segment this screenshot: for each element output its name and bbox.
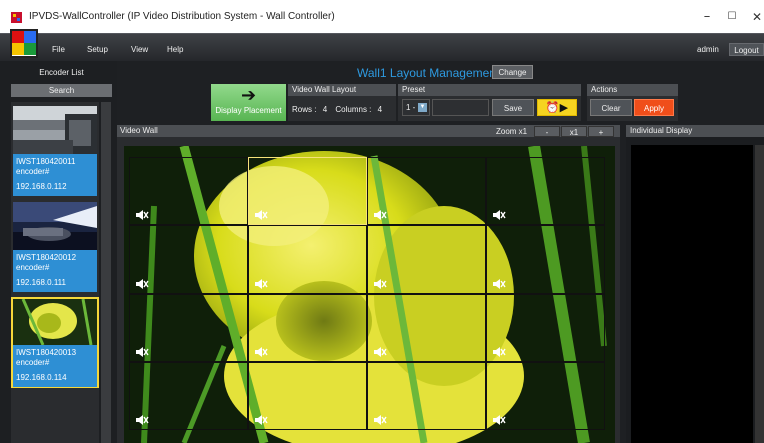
wall-cell[interactable] bbox=[248, 361, 367, 430]
speaker-mute-icon[interactable] bbox=[135, 278, 149, 290]
encoder-type: encoder# bbox=[16, 263, 50, 272]
speaker-mute-icon[interactable] bbox=[135, 209, 149, 221]
speaker-mute-icon[interactable] bbox=[492, 346, 506, 358]
encoder-thumbnail[interactable] bbox=[13, 106, 97, 154]
preset-select[interactable]: 1 - ▼ bbox=[402, 99, 430, 116]
menu-file[interactable]: File bbox=[52, 45, 65, 54]
play-icon: ▶ bbox=[559, 101, 569, 114]
alarm-clock-icon: ⏰ bbox=[545, 101, 560, 114]
encoder-card[interactable]: IWST180420013 encoder# 192.168.0.114 bbox=[13, 345, 97, 387]
wall-cell[interactable] bbox=[129, 225, 248, 294]
zoom-in-button[interactable]: + bbox=[588, 126, 614, 137]
individual-display-title: Individual Display bbox=[626, 125, 764, 137]
app-icon bbox=[11, 12, 22, 23]
clear-button[interactable]: Clear bbox=[590, 99, 632, 116]
app-logo bbox=[10, 29, 38, 58]
logout-button[interactable]: Logout bbox=[729, 43, 764, 56]
video-wall-layout-title: Video Wall Layout bbox=[288, 84, 396, 96]
speaker-mute-icon[interactable] bbox=[373, 346, 387, 358]
schedule-play-button[interactable]: ⏰▶ bbox=[537, 99, 577, 116]
columns-label: Columns : bbox=[335, 105, 372, 114]
encoder-ip: 192.168.0.111 bbox=[16, 278, 66, 287]
wall-cell[interactable] bbox=[248, 157, 367, 226]
speaker-mute-icon[interactable] bbox=[373, 414, 387, 426]
wall-cell[interactable] bbox=[129, 157, 248, 226]
video-wall-canvas[interactable] bbox=[124, 146, 615, 443]
speaker-mute-icon[interactable] bbox=[135, 346, 149, 358]
speaker-mute-icon[interactable] bbox=[373, 209, 387, 221]
actions-title: Actions bbox=[587, 84, 678, 96]
speaker-mute-icon[interactable] bbox=[254, 414, 268, 426]
menu-setup[interactable]: Setup bbox=[87, 45, 108, 54]
close-button[interactable]: ✕ bbox=[744, 5, 764, 29]
wall-cell[interactable] bbox=[486, 157, 605, 226]
encoder-ip: 192.168.0.114 bbox=[16, 373, 67, 382]
menu-bar bbox=[0, 33, 764, 61]
wall-cell[interactable] bbox=[367, 225, 486, 294]
preset-title: Preset bbox=[398, 84, 581, 96]
wall-cell[interactable] bbox=[486, 361, 605, 430]
rows-label: Rows : bbox=[292, 105, 317, 114]
encoder-name: IWST180420011 bbox=[16, 157, 76, 166]
speaker-mute-icon[interactable] bbox=[492, 209, 506, 221]
speaker-mute-icon[interactable] bbox=[135, 414, 149, 426]
app-window: IPVDS-WallController (IP Video Distribut… bbox=[0, 0, 764, 443]
speaker-mute-icon[interactable] bbox=[254, 346, 268, 358]
menu-view[interactable]: View bbox=[131, 45, 148, 54]
page-title: Wall1 Layout Management bbox=[357, 66, 500, 80]
encoder-card[interactable]: IWST180420011 encoder# 192.168.0.112 bbox=[13, 154, 97, 196]
speaker-mute-icon[interactable] bbox=[492, 278, 506, 290]
encoder-list-scrollbar[interactable] bbox=[101, 102, 111, 443]
encoder-list-title: Encoder List bbox=[39, 68, 84, 77]
encoder-name: IWST180420012 bbox=[16, 253, 77, 262]
user-name: admin bbox=[697, 45, 719, 54]
speaker-mute-icon[interactable] bbox=[373, 278, 387, 290]
arrow-right-icon: ➔ bbox=[240, 85, 257, 106]
wall-cell[interactable] bbox=[486, 225, 605, 294]
rows-value: 4 bbox=[322, 105, 328, 114]
window-title: IPVDS-WallController (IP Video Distribut… bbox=[29, 11, 335, 22]
wall-cell[interactable] bbox=[367, 157, 486, 226]
save-button[interactable]: Save bbox=[492, 99, 534, 116]
dropdown-icon: ▼ bbox=[418, 103, 427, 112]
preset-selected-value: 1 - bbox=[406, 103, 416, 112]
wall-cell[interactable] bbox=[248, 293, 367, 362]
menu-help[interactable]: Help bbox=[167, 45, 183, 54]
speaker-mute-icon[interactable] bbox=[254, 278, 268, 290]
change-button[interactable]: Change bbox=[492, 65, 533, 79]
wall-cell[interactable] bbox=[248, 225, 367, 294]
minimize-button[interactable]: – bbox=[694, 5, 720, 29]
apply-button[interactable]: Apply bbox=[634, 99, 674, 116]
zoom-value[interactable]: x1 bbox=[561, 126, 587, 137]
wall-cell[interactable] bbox=[486, 293, 605, 362]
encoder-type: encoder# bbox=[16, 167, 50, 176]
maximize-button[interactable]: ☐ bbox=[719, 5, 745, 29]
display-placement-button[interactable]: ➔ Display Placement bbox=[211, 84, 286, 121]
speaker-mute-icon[interactable] bbox=[254, 209, 268, 221]
encoder-thumbnail[interactable] bbox=[13, 202, 97, 250]
wall-cell[interactable] bbox=[129, 293, 248, 362]
display-placement-label: Display Placement bbox=[215, 106, 282, 115]
wall-cell[interactable] bbox=[129, 361, 248, 430]
columns-value: 4 bbox=[377, 105, 383, 114]
encoder-card[interactable]: IWST180420012 encoder# 192.168.0.111 bbox=[13, 250, 97, 292]
encoder-type: encoder# bbox=[16, 358, 50, 367]
search-button[interactable]: Search bbox=[11, 84, 112, 97]
zoom-label: Zoom x1 bbox=[496, 127, 528, 136]
wall-cell[interactable] bbox=[367, 361, 486, 430]
encoder-thumbnail[interactable] bbox=[13, 298, 97, 347]
wall-cell[interactable] bbox=[367, 293, 486, 362]
individual-display-screen[interactable] bbox=[631, 145, 753, 443]
encoder-ip: 192.168.0.112 bbox=[16, 182, 67, 191]
speaker-mute-icon[interactable] bbox=[492, 414, 506, 426]
individual-display-scrollbar[interactable] bbox=[755, 145, 764, 443]
zoom-out-button[interactable]: - bbox=[534, 126, 560, 137]
rows-columns-readout: Rows : 4 Columns : 4 bbox=[292, 105, 382, 114]
encoder-name: IWST180420013 bbox=[16, 348, 77, 357]
preset-name-input[interactable] bbox=[432, 99, 489, 116]
